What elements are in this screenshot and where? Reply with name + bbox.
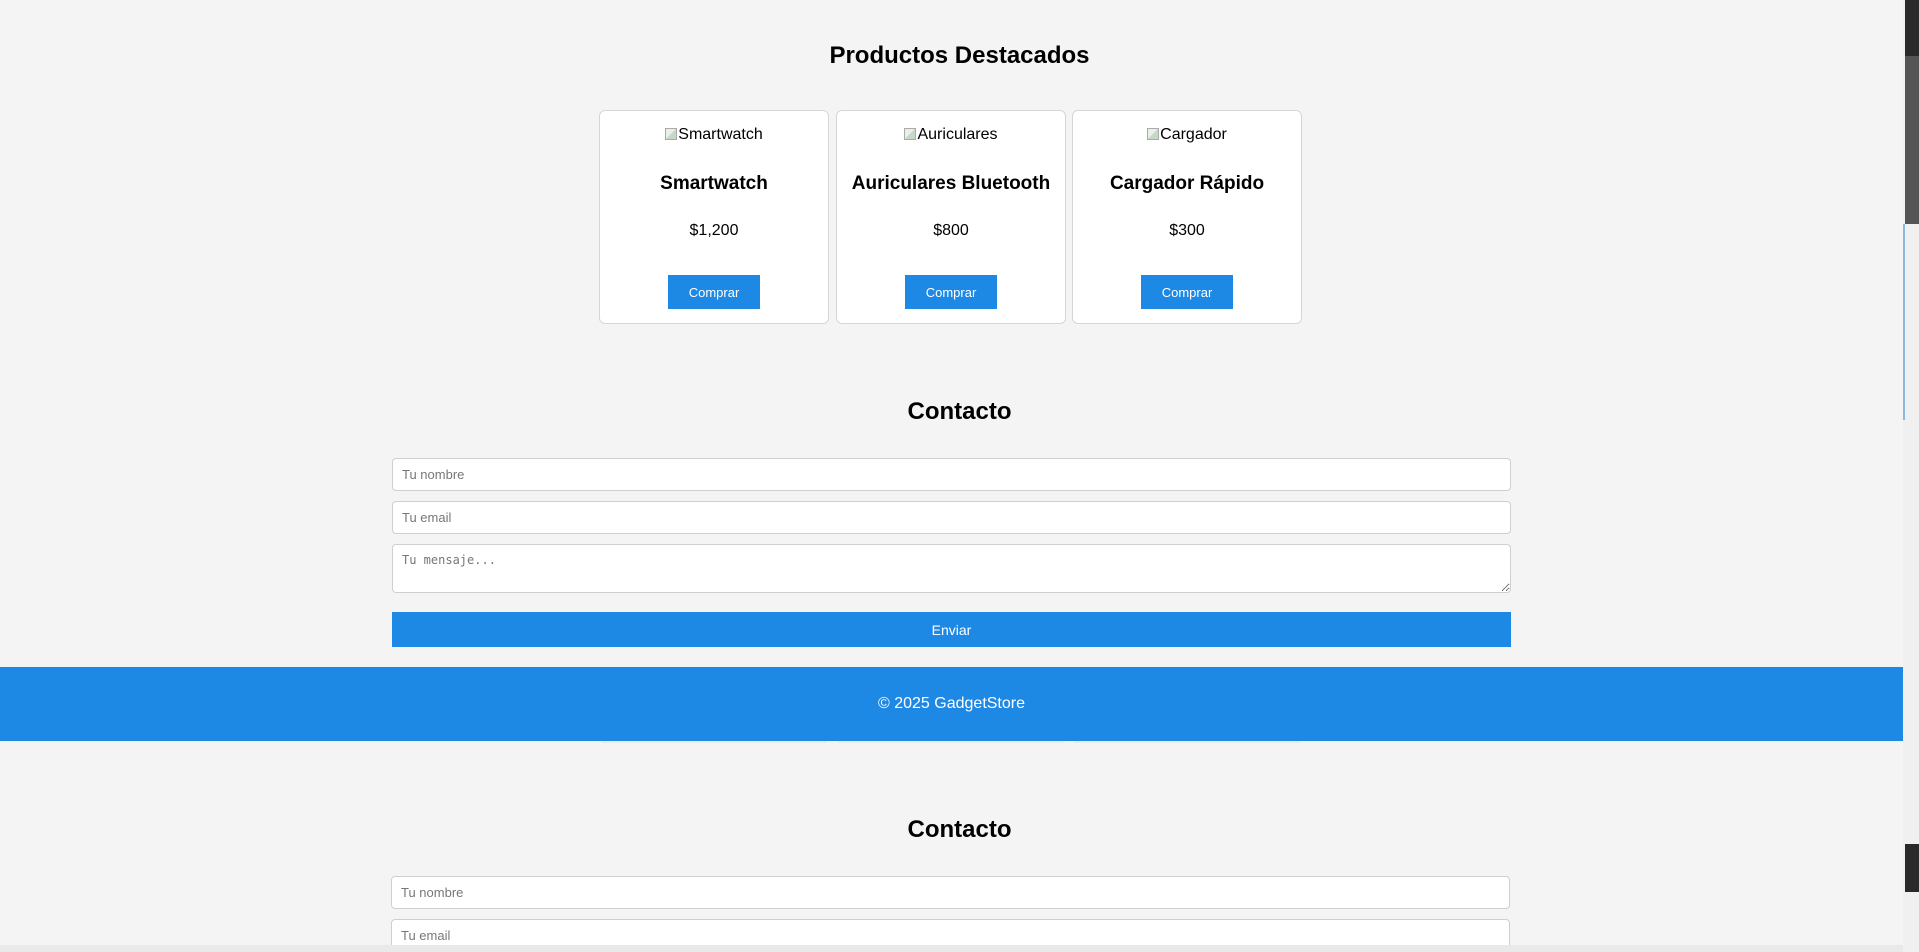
product-image: Smartwatch (600, 126, 828, 144)
product-price: $800 (933, 222, 969, 239)
product-image: Auriculares (837, 126, 1065, 144)
buy-button[interactable]: Comprar (1141, 275, 1233, 309)
product-image: Cargador (1073, 126, 1301, 144)
product-price: $300 (1169, 222, 1205, 239)
broken-image-icon (904, 128, 917, 140)
product-image-alt: Auriculares (917, 126, 998, 143)
broken-image-icon (1147, 128, 1160, 140)
products-title: Productos Destacados (829, 42, 1090, 69)
product-name: Auriculares Bluetooth (851, 173, 1051, 194)
footer-copyright: © 2025 GadgetStore (878, 695, 1025, 712)
bottom-edge (0, 945, 1903, 952)
broken-image-icon (665, 128, 678, 140)
product-name: Cargador Rápido (1109, 173, 1265, 194)
message-textarea[interactable] (392, 544, 1511, 593)
buy-button[interactable]: Comprar (668, 275, 760, 309)
card-edge (838, 741, 1064, 743)
buy-button[interactable]: Comprar (905, 275, 997, 309)
scrollbar-segment (1905, 844, 1919, 892)
card-edge (601, 741, 827, 743)
product-price: $1,200 (689, 222, 739, 239)
name-input[interactable] (392, 458, 1511, 491)
name-input-duplicate[interactable] (391, 876, 1510, 909)
product-card: Cargador Cargador Rápido $300 Comprar (1072, 110, 1302, 324)
product-image-alt: Cargador (1160, 126, 1227, 143)
card-edge (1074, 741, 1300, 743)
product-card: Auriculares Auriculares Bluetooth $800 C… (836, 110, 1066, 324)
scrollbar-thumb[interactable] (1905, 56, 1919, 224)
product-card: Smartwatch Smartwatch $1,200 Comprar (599, 110, 829, 324)
footer: © 2025 GadgetStore (0, 667, 1903, 741)
scrollbar-segment (1905, 0, 1919, 56)
scrollbar-indicator (1903, 224, 1905, 420)
email-input[interactable] (392, 501, 1511, 534)
contact-title: Contacto (907, 398, 1012, 425)
contact-title-duplicate: Contacto (907, 816, 1012, 843)
send-button[interactable]: Enviar (392, 612, 1511, 647)
product-name: Smartwatch (660, 173, 768, 194)
product-image-alt: Smartwatch (678, 126, 763, 143)
